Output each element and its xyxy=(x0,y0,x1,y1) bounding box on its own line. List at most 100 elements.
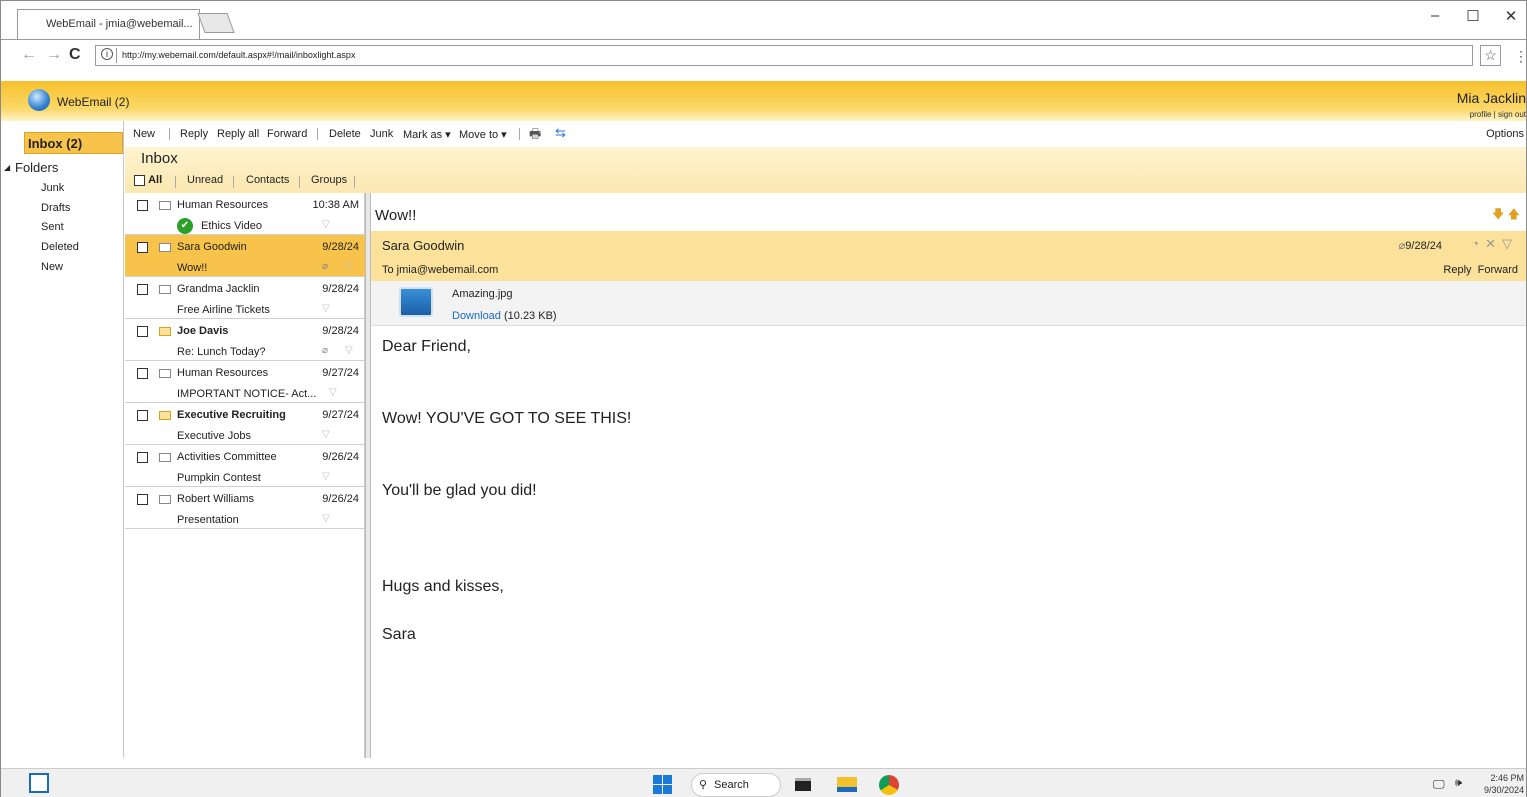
message-checkbox[interactable] xyxy=(137,368,148,379)
mark-read-icon[interactable]: ◔ xyxy=(1471,236,1485,251)
message-checkbox[interactable] xyxy=(137,494,148,505)
message-row-selected[interactable]: Sara Goodwin 9/28/24 Wow!! ⌀ ▽ xyxy=(125,235,365,277)
inbox-folder-button[interactable]: Inbox (2) xyxy=(24,132,123,154)
filter-contacts[interactable]: Contacts xyxy=(246,174,289,186)
new-tab-button[interactable] xyxy=(197,13,235,33)
message-row[interactable]: Grandma Jacklin 9/28/24 Free Airline Tic… xyxy=(125,277,365,319)
refresh-sync-icon[interactable]: ⇆ xyxy=(555,125,566,141)
file-explorer-icon[interactable] xyxy=(837,777,857,792)
mark-as-dropdown[interactable]: Mark as ▾ xyxy=(403,128,451,141)
verified-shield-icon: ✔ xyxy=(177,218,193,234)
message-date: 9/28/24 xyxy=(322,325,359,337)
reply-button[interactable]: Reply xyxy=(180,128,208,140)
url-field[interactable]: i http://my.webemail.com/default.aspx#!/… xyxy=(95,45,1473,66)
message-row-unread[interactable]: Joe Davis 9/28/24 Re: Lunch Today? ⌀ ▽ xyxy=(125,319,365,361)
filter-all[interactable]: All xyxy=(134,174,162,186)
reply-all-button[interactable]: Reply all xyxy=(217,128,259,140)
minimize-icon[interactable]: – xyxy=(1425,7,1445,24)
flag-icon[interactable]: ▽ xyxy=(322,219,330,230)
forward-button[interactable]: Forward xyxy=(267,128,307,140)
windows-start-icon[interactable] xyxy=(653,775,673,795)
volume-icon[interactable]: 🕪 xyxy=(1455,777,1462,790)
info-icon[interactable]: i xyxy=(101,48,113,60)
sender-bar: Sara Goodwin To jmia@webemail.com ⌀9/28/… xyxy=(371,231,1526,281)
move-to-dropdown[interactable]: Move to ▾ xyxy=(459,128,507,141)
flag-icon[interactable]: ▽ xyxy=(322,429,330,440)
sender-name[interactable]: Sara Goodwin xyxy=(382,238,464,253)
taskbar-search-label: Search xyxy=(714,779,749,791)
folders-header[interactable]: ◢ Folders xyxy=(4,160,58,175)
toolbar-separator xyxy=(317,128,318,140)
image-file-icon[interactable] xyxy=(399,287,433,317)
system-clock[interactable]: 2:46 PM 9/30/2024 xyxy=(1484,772,1524,796)
message-from: Executive Recruiting xyxy=(177,409,286,421)
chrome-icon[interactable] xyxy=(879,775,899,795)
close-icon[interactable]: ✕ xyxy=(1501,7,1521,25)
flag-icon[interactable]: ▽ xyxy=(329,387,337,398)
message-checkbox[interactable] xyxy=(137,452,148,463)
filter-all-label: All xyxy=(148,174,163,186)
task-view-icon[interactable] xyxy=(29,773,49,793)
url-divider xyxy=(116,48,117,63)
filter-groups[interactable]: Groups xyxy=(311,174,347,186)
message-from: Human Resources xyxy=(177,367,269,379)
user-links[interactable]: profile | sign out xyxy=(1470,110,1526,119)
folder-sent[interactable]: Sent xyxy=(41,221,64,233)
forward-arrow-icon[interactable]: → xyxy=(46,46,62,64)
user-name[interactable]: Mia Jacklin xyxy=(1457,90,1526,106)
forward-link[interactable]: Forward xyxy=(1478,264,1518,276)
message-nav: 🡇 🡅 xyxy=(1492,205,1520,226)
folder-new[interactable]: New xyxy=(41,261,63,273)
options-button[interactable]: Options xyxy=(1486,128,1524,140)
previous-message-arrow-icon[interactable]: 🡅 xyxy=(1508,207,1520,221)
reading-subject: Wow!! xyxy=(375,207,417,224)
message-checkbox[interactable] xyxy=(137,200,148,211)
message-subject: Presentation xyxy=(177,514,239,526)
envelope-read-icon xyxy=(159,285,171,294)
new-button[interactable]: New xyxy=(133,128,155,140)
message-row[interactable]: Human Resources 9/27/24 IMPORTANT NOTICE… xyxy=(125,361,365,403)
browser-menu-icon[interactable]: ⋮ xyxy=(1514,48,1527,65)
message-row-unread[interactable]: Executive Recruiting 9/27/24 Executive J… xyxy=(125,403,365,445)
taskbar-search[interactable]: ⚲ Search xyxy=(691,773,781,797)
reload-icon[interactable]: C xyxy=(69,46,81,64)
flag-icon[interactable]: ▽ xyxy=(322,303,330,314)
download-link[interactable]: Download xyxy=(452,310,501,322)
folder-junk[interactable]: Junk xyxy=(41,182,64,194)
attachment-icon: ⌀ xyxy=(322,345,329,356)
bookmark-star-icon[interactable]: ☆ xyxy=(1480,45,1501,66)
flag-icon[interactable]: ▽ xyxy=(322,471,330,482)
folder-drafts[interactable]: Drafts xyxy=(41,202,70,214)
message-date: 9/27/24 xyxy=(322,367,359,379)
folder-deleted[interactable]: Deleted xyxy=(41,241,79,253)
message-checkbox[interactable] xyxy=(137,284,148,295)
terminal-icon[interactable] xyxy=(795,778,811,791)
select-all-checkbox[interactable] xyxy=(134,174,145,186)
flag-icon[interactable]: ▽ xyxy=(345,261,353,272)
filter-separator xyxy=(299,176,300,188)
network-icon[interactable]: 🖵 xyxy=(1433,777,1445,792)
body-line: Hugs and kisses, xyxy=(382,578,504,595)
message-row[interactable]: Activities Committee 9/26/24 Pumpkin Con… xyxy=(125,445,365,487)
message-checkbox[interactable] xyxy=(137,242,148,253)
filter-unread[interactable]: Unread xyxy=(187,174,223,186)
message-row[interactable]: Robert Williams 9/26/24 Presentation ▽ xyxy=(125,487,365,529)
message-checkbox[interactable] xyxy=(137,326,148,337)
inbox-title: Inbox xyxy=(141,150,178,167)
message-checkbox[interactable] xyxy=(137,410,148,421)
maximize-icon[interactable]: ☐ xyxy=(1463,7,1483,25)
browser-tab[interactable]: WebEmail - jmia@webemail... xyxy=(17,9,200,39)
junk-button[interactable]: Junk xyxy=(370,128,393,140)
flag-icon[interactable]: ▽ xyxy=(345,345,353,356)
delete-button[interactable]: Delete xyxy=(329,128,361,140)
next-message-arrow-icon[interactable]: 🡇 xyxy=(1492,207,1504,221)
flag-icon[interactable]: ▽ xyxy=(322,513,330,524)
message-row[interactable]: Human Resources 10:38 AM ✔ Ethics Video … xyxy=(125,193,365,235)
body-line: Wow! YOU'VE GOT TO SEE THIS! xyxy=(382,410,632,427)
message-date: 9/28/24 xyxy=(322,283,359,295)
reply-link[interactable]: Reply xyxy=(1443,264,1471,276)
flag-icon[interactable]: ▽ xyxy=(1502,236,1518,251)
delete-x-icon[interactable]: ✕ xyxy=(1485,236,1502,251)
back-arrow-icon[interactable]: ← xyxy=(21,46,37,64)
print-icon[interactable]: 🖶 xyxy=(529,125,541,147)
